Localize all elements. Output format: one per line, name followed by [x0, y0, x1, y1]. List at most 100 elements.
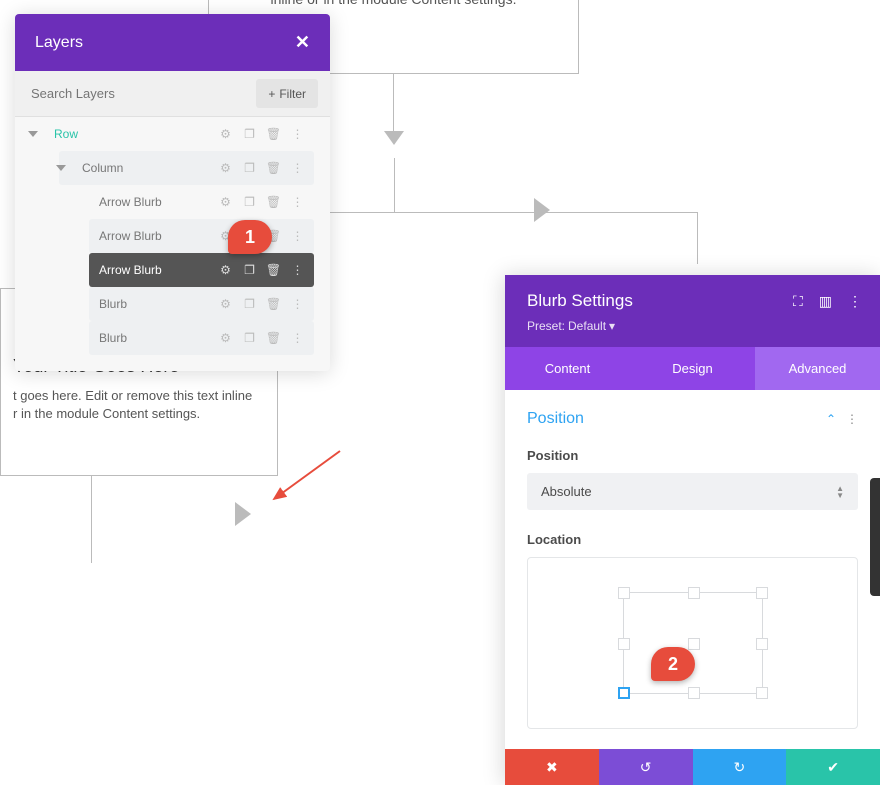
toggle-icon[interactable]	[56, 165, 66, 171]
layers-title: Layers	[35, 34, 83, 52]
chevron-down-icon: ▾	[609, 319, 615, 333]
connector-line	[697, 212, 698, 264]
more-icon[interactable]: ⋮	[291, 332, 304, 345]
filter-label: Filter	[279, 87, 306, 101]
layer-label: Blurb	[89, 331, 219, 345]
gear-icon[interactable]: ⚙	[219, 332, 232, 345]
tab-advanced[interactable]: Advanced	[755, 347, 880, 390]
layer-row-row[interactable]: Row ⚙ ❐ 🗑 ⋮	[31, 117, 314, 151]
duplicate-icon[interactable]: ❐	[243, 128, 256, 141]
layer-label: Arrow Blurb	[89, 195, 219, 209]
tab-content[interactable]: Content	[505, 347, 630, 390]
layer-row-blurb[interactable]: Blurb ⚙ ❐ 🗑 ⋮	[89, 287, 314, 321]
section-title: Position	[527, 410, 584, 428]
expand-icon[interactable]: ⛶	[793, 293, 803, 310]
layers-toolbar: + Filter	[15, 71, 330, 117]
more-icon[interactable]: ⋮	[848, 293, 862, 310]
duplicate-icon[interactable]: ❐	[243, 332, 256, 345]
more-icon[interactable]: ⋮	[291, 128, 304, 141]
trash-icon[interactable]: 🗑	[267, 162, 280, 175]
duplicate-icon[interactable]: ❐	[243, 196, 256, 209]
more-icon[interactable]: ⋮	[291, 196, 304, 209]
duplicate-icon[interactable]: ❐	[243, 162, 256, 175]
settings-body: Position ⌃ ⋮ Position Absolute ▲▼ Locati…	[505, 390, 880, 749]
location-anchor-bl-active[interactable]	[618, 687, 630, 699]
select-value: Absolute	[541, 484, 592, 499]
gear-icon[interactable]: ⚙	[219, 264, 232, 277]
close-icon[interactable]: ✕	[295, 32, 310, 53]
layer-row-column[interactable]: Column ⚙ ❐ 🗑 ⋮	[59, 151, 314, 185]
location-anchor-mc[interactable]	[688, 638, 700, 650]
layer-label: Arrow Blurb	[89, 229, 219, 243]
search-input[interactable]	[27, 79, 248, 108]
card-text-line: t goes here. Edit or remove this text in…	[13, 387, 265, 405]
more-icon[interactable]: ⋮	[291, 230, 304, 243]
connector-arrow-down	[384, 131, 404, 145]
location-anchor-tr[interactable]	[756, 587, 768, 599]
redo-button[interactable]: ↻	[693, 749, 787, 785]
card-text-line: r in the module Content settings.	[13, 405, 265, 423]
position-select[interactable]: Absolute ▲▼	[527, 473, 858, 510]
trash-icon[interactable]: 🗑	[267, 196, 280, 209]
duplicate-icon[interactable]: ❐	[243, 298, 256, 311]
gear-icon[interactable]: ⚙	[219, 162, 232, 175]
location-anchor-tl[interactable]	[618, 587, 630, 599]
settings-header: Blurb Settings ⛶ ▥ ⋮ Preset: Default ▾	[505, 275, 880, 347]
gear-icon[interactable]: ⚙	[219, 128, 232, 141]
blurb-settings-panel: Blurb Settings ⛶ ▥ ⋮ Preset: Default ▾ C…	[505, 275, 880, 785]
layer-row-arrow-blurb-active[interactable]: Arrow Blurb ⚙ ❐ 🗑 ⋮	[89, 253, 314, 287]
section-header-position[interactable]: Position ⌃ ⋮	[527, 410, 858, 428]
trash-icon[interactable]: 🗑	[267, 128, 280, 141]
more-icon[interactable]: ⋮	[291, 264, 304, 277]
location-anchor-mr[interactable]	[756, 638, 768, 650]
location-grid	[623, 592, 763, 694]
more-icon[interactable]: ⋮	[291, 162, 304, 175]
location-anchor-br[interactable]	[756, 687, 768, 699]
layer-row-blurb[interactable]: Blurb ⚙ ❐ 🗑 ⋮	[89, 321, 314, 355]
layer-label: Column	[72, 161, 219, 175]
cancel-button[interactable]: ✖	[505, 749, 599, 785]
more-icon[interactable]: ⋮	[846, 412, 858, 426]
connector-arrow-right-icon	[235, 502, 251, 526]
undo-button[interactable]: ↺	[599, 749, 693, 785]
layers-header: Layers ✕	[15, 14, 330, 71]
layer-row-arrow-blurb[interactable]: Arrow Blurb ⚙ ❐ 🗑 ⋮	[89, 219, 314, 253]
tab-design[interactable]: Design	[630, 347, 755, 390]
layer-label: Row	[44, 127, 219, 141]
location-anchor-ml[interactable]	[618, 638, 630, 650]
connector-arrow-right-icon	[534, 198, 550, 222]
filter-button[interactable]: + Filter	[256, 79, 318, 108]
location-anchor-bc[interactable]	[688, 687, 700, 699]
location-anchor-tc[interactable]	[688, 587, 700, 599]
more-icon[interactable]: ⋮	[291, 298, 304, 311]
duplicate-icon[interactable]: ❐	[243, 264, 256, 277]
callout-number: 2	[668, 654, 678, 675]
layers-tree: Row ⚙ ❐ 🗑 ⋮ Column ⚙ ❐ 🗑 ⋮ Arrow Blurb ⚙…	[15, 117, 330, 371]
chevron-up-icon[interactable]: ⌃	[826, 412, 836, 426]
preset-selector[interactable]: Preset: Default ▾	[527, 319, 862, 333]
gear-icon[interactable]: ⚙	[219, 196, 232, 209]
gear-icon[interactable]: ⚙	[219, 298, 232, 311]
panel-drag-handle[interactable]	[870, 478, 880, 596]
trash-icon[interactable]: 🗑	[267, 332, 280, 345]
layers-panel: Layers ✕ + Filter Row ⚙ ❐ 🗑 ⋮ Column ⚙ ❐	[15, 14, 330, 371]
layer-label: Arrow Blurb	[89, 263, 219, 277]
connector-line	[393, 74, 394, 132]
connector-line	[394, 158, 395, 213]
preset-label: Preset:	[527, 319, 565, 333]
trash-icon[interactable]: 🗑	[267, 298, 280, 311]
callout-number: 1	[245, 227, 255, 248]
location-selector	[527, 557, 858, 729]
position-field-label: Position	[527, 448, 858, 463]
columns-icon[interactable]: ▥	[819, 293, 832, 310]
preset-value: Default	[568, 319, 606, 333]
settings-footer: ✖ ↺ ↻ ✔	[505, 749, 880, 785]
toggle-icon[interactable]	[28, 131, 38, 137]
plus-icon: +	[268, 87, 275, 101]
save-button[interactable]: ✔	[786, 749, 880, 785]
settings-title: Blurb Settings	[527, 291, 633, 311]
settings-tabs: Content Design Advanced	[505, 347, 880, 390]
layer-label: Blurb	[89, 297, 219, 311]
layer-row-arrow-blurb[interactable]: Arrow Blurb ⚙ ❐ 🗑 ⋮	[89, 185, 314, 219]
trash-icon[interactable]: 🗑	[267, 264, 280, 277]
